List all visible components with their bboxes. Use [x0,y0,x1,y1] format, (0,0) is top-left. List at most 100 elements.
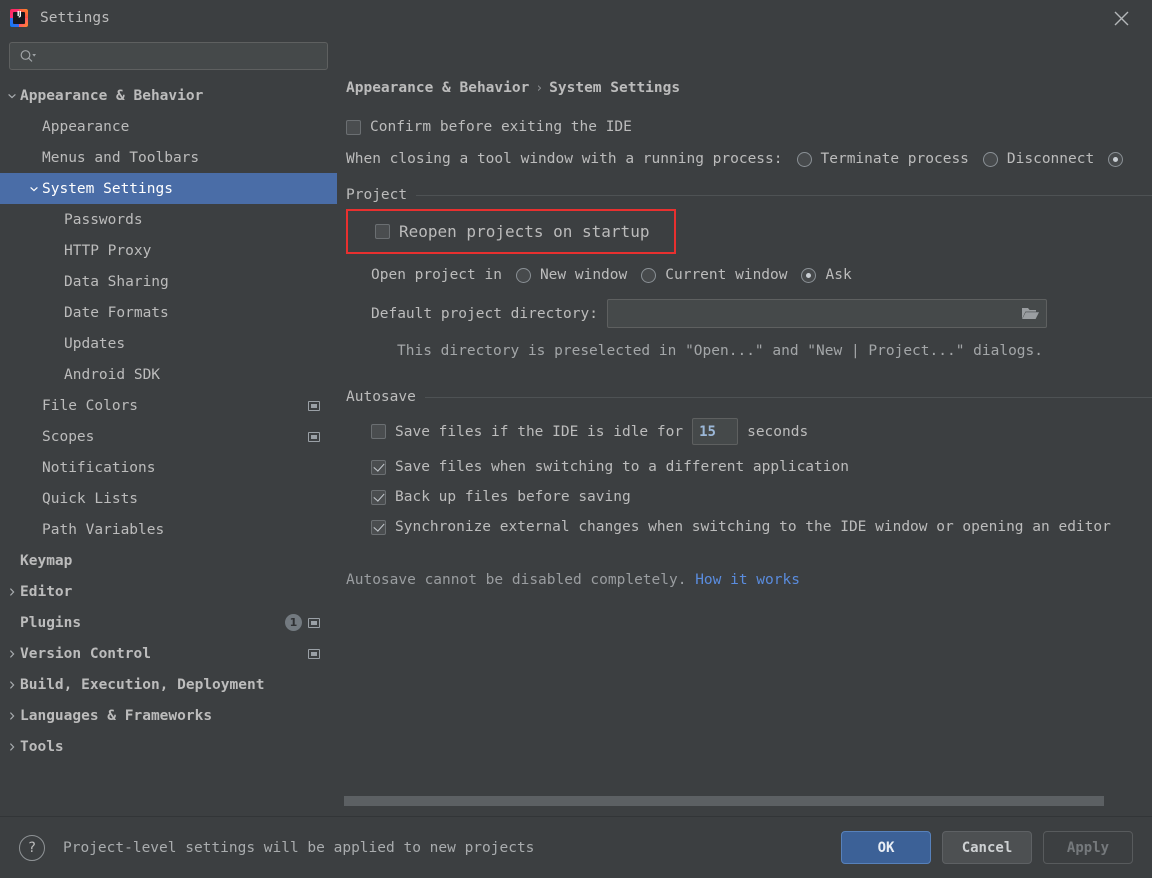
autosave-idle-seconds-input[interactable] [692,418,739,445]
sidebar-item-updates[interactable]: Updates [0,328,337,359]
search-box[interactable] [9,42,328,70]
dialog-buttons: OK Cancel Apply [841,831,1133,864]
sidebar-item-menus-and-toolbars[interactable]: Menus and Toolbars [0,142,337,173]
autosave-section-title: Autosave [346,389,416,405]
apply-button[interactable]: Apply [1043,831,1133,864]
chevron-right-icon[interactable] [4,742,20,752]
sidebar-item-label: Keymap [20,552,73,569]
cancel-button[interactable]: Cancel [942,831,1032,864]
chevron-right-icon[interactable] [4,587,20,597]
breadcrumb-parent[interactable]: Appearance & Behavior [346,80,529,96]
sidebar-item-keymap[interactable]: Keymap [0,545,337,576]
breadcrumb: Appearance & Behavior › System Settings [346,80,1152,96]
radio-disconnect[interactable] [982,151,998,167]
sidebar-item-editor[interactable]: Editor [0,576,337,607]
sidebar-item-system-settings[interactable]: System Settings [0,173,337,204]
radio-new-window[interactable] [515,267,531,283]
chevron-right-icon[interactable] [4,711,20,721]
sidebar-item-label: Passwords [64,211,143,228]
chevron-right-icon[interactable] [4,649,20,659]
sidebar-item-label: Editor [20,583,73,600]
search-icon [19,49,37,63]
chevron-down-icon[interactable] [4,91,20,101]
sidebar-item-build-execution-deployment[interactable]: Build, Execution, Deployment [0,669,337,700]
chevron-right-icon[interactable] [4,680,20,690]
autosave-switch-app-label: Save files when switching to a different… [395,459,849,475]
section-divider [416,194,1152,196]
project-level-icon [308,400,320,411]
radio-terminate-process[interactable] [796,151,812,167]
horizontal-scrollbar-thumb[interactable] [344,796,1104,806]
autosave-note-text: Autosave cannot be disabled completely. [346,572,687,588]
sidebar-item-path-variables[interactable]: Path Variables [0,514,337,545]
reopen-projects-checkbox[interactable] [375,224,390,239]
radio-ask-toolwindow[interactable] [1108,151,1124,167]
autosave-backup-row[interactable]: Back up files before saving [371,489,1152,505]
sidebar-item-label: Appearance & Behavior [20,87,204,104]
autosave-sync-label: Synchronize external changes when switch… [395,519,1111,535]
sidebar-item-label: Path Variables [42,521,165,538]
window-title: Settings [40,10,110,26]
project-level-icon [308,431,320,442]
sidebar-item-label: Plugins [20,614,82,631]
default-directory-input[interactable] [607,305,1016,322]
autosave-switch-app-row[interactable]: Save files when switching to a different… [371,459,1152,475]
confirm-exit-checkbox[interactable] [346,119,361,135]
sidebar-item-label: File Colors [42,397,139,414]
default-directory-field[interactable] [606,299,1047,328]
breadcrumb-current: System Settings [549,80,681,96]
bottom-status-text: Project-level settings will be applied t… [63,839,535,856]
autosave-idle-checkbox[interactable] [371,424,386,439]
sidebar-item-scopes[interactable]: Scopes [0,421,337,452]
search-area [0,36,337,80]
sidebar-item-appearance-behavior[interactable]: Appearance & Behavior [0,80,337,111]
help-glyph: ? [27,839,37,856]
sidebar-item-quick-lists[interactable]: Quick Lists [0,483,337,514]
ok-button[interactable]: OK [841,831,931,864]
breadcrumb-separator: › [535,81,544,96]
sidebar-item-label: Build, Execution, Deployment [20,676,265,693]
sidebar-item-label: Updates [64,335,126,352]
help-icon[interactable]: ? [19,834,45,861]
autosave-idle-seconds-value[interactable] [693,423,738,440]
autosave-sync-checkbox[interactable] [371,519,386,535]
autosave-idle-label-after: seconds [747,423,809,440]
sidebar-item-version-control[interactable]: Version Control [0,638,337,669]
sidebar-item-tools[interactable]: Tools [0,731,337,762]
reopen-projects-highlight[interactable]: Reopen projects on startup [346,209,676,254]
folder-open-icon[interactable] [1016,306,1046,321]
sidebar-item-plugins[interactable]: Plugins 1 [0,607,337,638]
sidebar-item-appearance[interactable]: Appearance [0,111,337,142]
sidebar-item-file-colors[interactable]: File Colors [0,390,337,421]
default-directory-row: Default project directory: [371,299,1152,328]
close-icon[interactable] [1090,0,1152,36]
radio-disconnect-label: Disconnect [1006,151,1095,167]
search-input[interactable] [37,48,327,64]
tool-window-label: When closing a tool window with a runnin… [346,151,783,167]
sidebar-item-label: HTTP Proxy [64,242,152,259]
sidebar-item-passwords[interactable]: Passwords [0,204,337,235]
project-level-icon [308,617,320,628]
sidebar-item-languages-frameworks[interactable]: Languages & Frameworks [0,700,337,731]
radio-terminate-process-label: Terminate process [820,151,969,167]
autosave-sync-row[interactable]: Synchronize external changes when switch… [371,519,1152,535]
horizontal-scrollbar[interactable] [337,793,1152,809]
how-it-works-link[interactable]: How it works [695,572,800,588]
default-directory-hint: This directory is preselected in "Open..… [397,343,1044,359]
confirm-exit-row[interactable]: Confirm before exiting the IDE [346,119,1152,135]
radio-current-window[interactable] [641,267,657,283]
autosave-switch-app-checkbox[interactable] [371,459,386,475]
sidebar-item-date-formats[interactable]: Date Formats [0,297,337,328]
sidebar-item-notifications[interactable]: Notifications [0,452,337,483]
sidebar-item-label: Data Sharing [64,273,169,290]
sidebar-item-http-proxy[interactable]: HTTP Proxy [0,235,337,266]
autosave-note: Autosave cannot be disabled completely. … [346,572,1152,588]
section-divider [424,396,1152,398]
radio-ask-openproject[interactable] [801,267,817,283]
autosave-backup-checkbox[interactable] [371,489,386,505]
open-project-in-label: Open project in [371,267,502,283]
sidebar-item-data-sharing[interactable]: Data Sharing [0,266,337,297]
chevron-down-icon[interactable] [26,184,42,194]
sidebar-item-android-sdk[interactable]: Android SDK [0,359,337,390]
autosave-idle-label-before: Save files if the IDE is idle for [395,423,684,440]
